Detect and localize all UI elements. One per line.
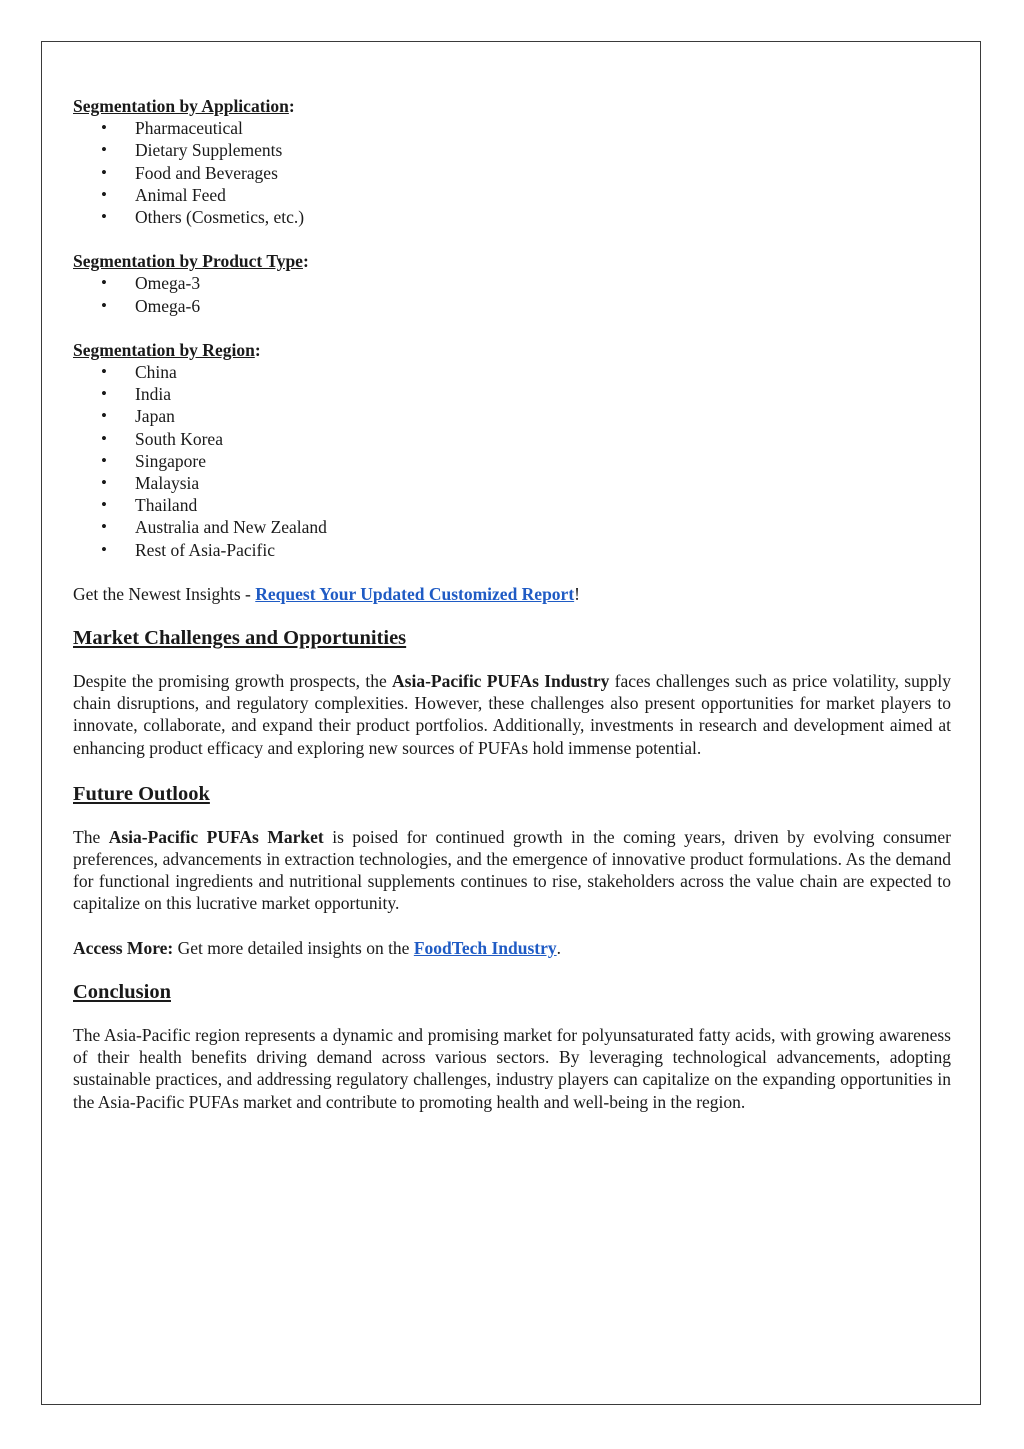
- list-item: Omega-6: [73, 295, 951, 317]
- region-list: China India Japan South Korea Singapore …: [73, 361, 951, 561]
- outlook-heading: Future Outlook: [73, 782, 210, 805]
- foodtech-industry-link[interactable]: FoodTech Industry: [414, 938, 557, 958]
- list-item: Food and Beverages: [73, 162, 951, 184]
- list-item: Thailand: [73, 494, 951, 516]
- application-list: Pharmaceutical Dietary Supplements Food …: [73, 117, 951, 228]
- list-item: India: [73, 383, 951, 405]
- list-item: Others (Cosmetics, etc.): [73, 206, 951, 228]
- segmentation-product-heading: Segmentation by Product Type:: [73, 251, 309, 272]
- document-content: Segmentation by Application: Pharmaceuti…: [73, 95, 951, 1113]
- conclusion-heading: Conclusion: [73, 980, 171, 1003]
- product-type-list: Omega-3 Omega-6: [73, 272, 951, 317]
- challenges-heading: Market Challenges and Opportunities: [73, 627, 407, 650]
- list-item: China: [73, 361, 951, 383]
- request-report-link[interactable]: Request Your Updated Customized Report: [255, 584, 574, 604]
- list-item: Australia and New Zealand: [73, 516, 951, 538]
- segmentation-region-heading: Segmentation by Region:: [73, 339, 261, 360]
- challenges-paragraph: Despite the promising growth prospects, …: [73, 671, 951, 758]
- list-item: Omega-3: [73, 272, 951, 294]
- list-item: Singapore: [73, 450, 951, 472]
- list-item: Japan: [73, 405, 951, 427]
- list-item: Rest of Asia-Pacific: [73, 539, 951, 561]
- conclusion-paragraph: The Asia-Pacific region represents a dyn…: [73, 1024, 951, 1112]
- insights-line: Get the Newest Insights - Request Your U…: [73, 583, 580, 604]
- outlook-paragraph: The Asia-Pacific PUFAs Market is poised …: [73, 826, 951, 914]
- list-item: Malaysia: [73, 472, 951, 494]
- list-item: Dietary Supplements: [73, 139, 951, 161]
- list-item: South Korea: [73, 428, 951, 450]
- segmentation-application-heading: Segmentation by Application:: [73, 96, 295, 116]
- access-more-line: Access More: Get more detailed insights …: [73, 937, 561, 958]
- list-item: Pharmaceutical: [73, 117, 951, 139]
- list-item: Animal Feed: [73, 184, 951, 206]
